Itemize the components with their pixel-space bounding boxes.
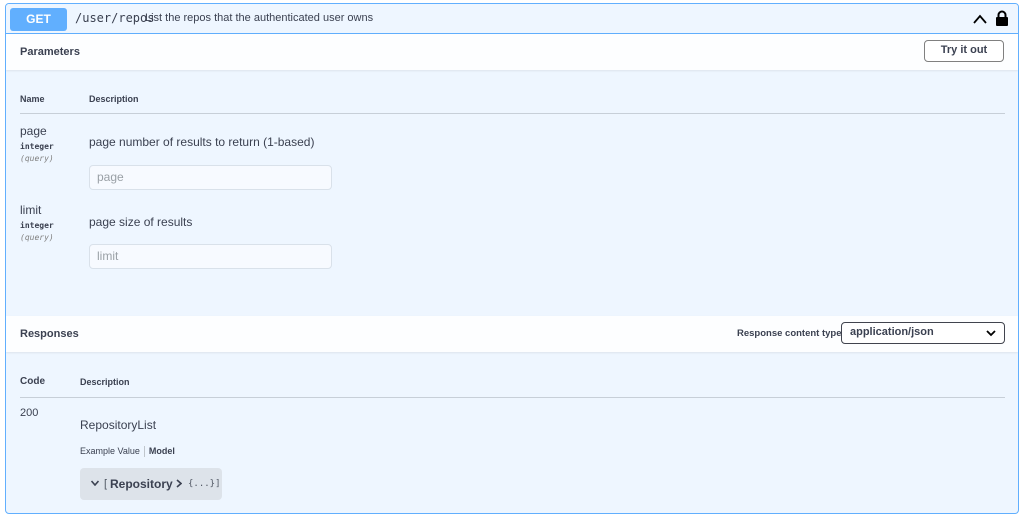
response-content-type-select[interactable]: application/json <box>841 322 1005 344</box>
param-name: page <box>20 124 47 138</box>
param-col-description: Description <box>89 94 139 104</box>
response-col-description: Description <box>80 377 130 387</box>
model-name[interactable]: Repository <box>110 468 173 500</box>
responses-header: Responses Response content type applicat… <box>6 316 1018 352</box>
param-name: limit <box>20 203 42 217</box>
tab-example-value[interactable]: Example Value <box>80 446 140 456</box>
model-tabs: Example Value Model <box>80 446 175 458</box>
param-description: page number of results to return (1-base… <box>89 135 315 149</box>
method-badge: GET <box>10 8 67 31</box>
response-header-divider <box>20 397 1005 398</box>
operation-block: GET /user/repos List the repos that the … <box>5 3 1019 514</box>
param-col-name: Name <box>20 94 45 104</box>
operation-summary-text: List the repos that the authenticated us… <box>145 12 374 24</box>
response-col-code: Code <box>20 376 45 387</box>
tab-divider <box>143 446 145 458</box>
limit-input[interactable]: limit <box>89 244 332 269</box>
responses-title: Responses <box>20 328 79 340</box>
param-type: integer <box>20 142 54 151</box>
chevron-down-icon[interactable] <box>91 480 99 486</box>
model-collapsed: {...}] <box>188 479 221 489</box>
operation-path: /user/repos <box>75 11 155 25</box>
param-description: page size of results <box>89 215 193 229</box>
model-box: [ Repository {...}] <box>80 468 222 500</box>
response-content-type-value: application/json <box>850 326 934 338</box>
response-description: RepositoryList <box>80 418 157 432</box>
param-type: integer <box>20 221 54 230</box>
response-content-type-label: Response content type <box>737 328 842 339</box>
try-it-out-button[interactable]: Try it out <box>924 40 1004 62</box>
tab-model[interactable]: Model <box>149 446 175 456</box>
response-code: 200 <box>20 407 39 419</box>
model-bracket: [ <box>104 478 108 490</box>
operation-summary[interactable]: GET /user/repos List the repos that the … <box>6 4 1018 34</box>
chevron-up-icon[interactable] <box>972 11 988 27</box>
parameters-title: Parameters <box>20 46 80 58</box>
param-header-divider <box>20 113 1005 114</box>
lock-icon[interactable] <box>995 10 1009 26</box>
param-location: (query) <box>20 154 54 163</box>
parameters-header: Parameters Try it out <box>6 34 1018 70</box>
chevron-down-icon <box>986 330 996 337</box>
page-input[interactable]: page <box>89 165 332 190</box>
chevron-right-icon[interactable] <box>176 479 182 488</box>
param-location: (query) <box>20 233 54 242</box>
